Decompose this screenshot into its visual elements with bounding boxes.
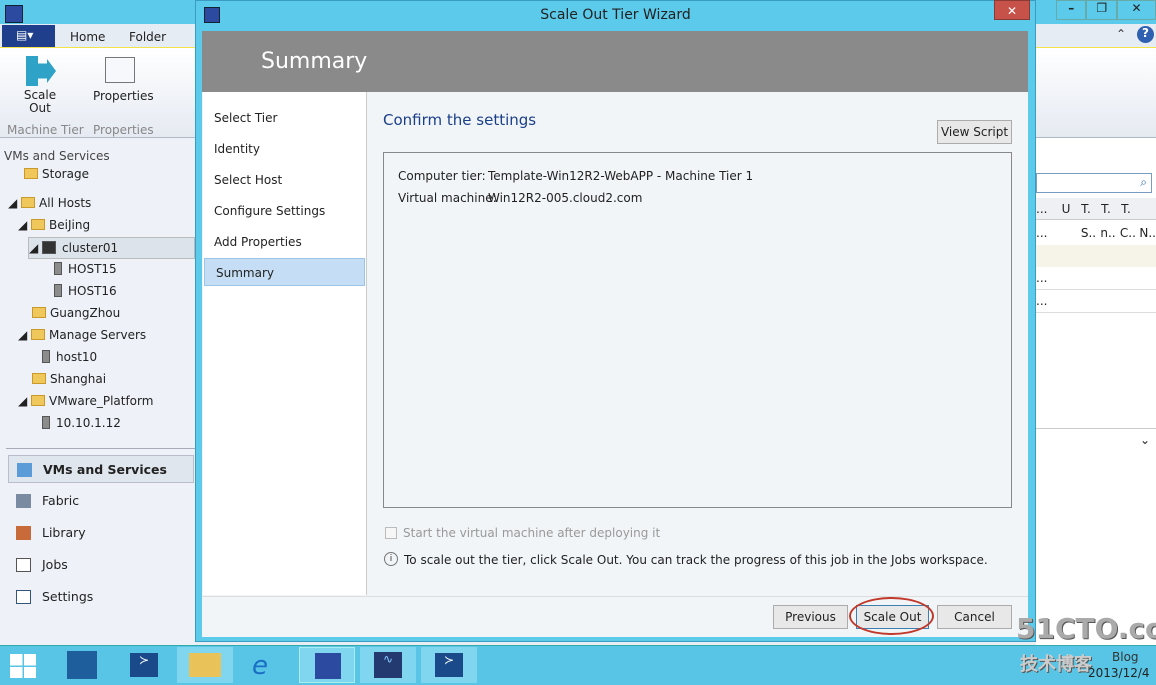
step-add-properties[interactable]: Add Properties xyxy=(203,228,364,256)
workspace-library[interactable]: Library xyxy=(8,519,194,547)
virtual-machine-label: Virtual machine: xyxy=(398,191,497,205)
collapse-ribbon-icon[interactable]: ⌃ xyxy=(1116,27,1126,41)
start-vm-label: Start the virtual machine after deployin… xyxy=(403,526,661,540)
wizard-steps: Select Tier Identity Select Host Configu… xyxy=(203,92,367,595)
taskbar-explorer[interactable] xyxy=(177,647,233,683)
previous-button[interactable]: Previous xyxy=(773,605,848,629)
tree-guangzhou[interactable]: GuangZhou xyxy=(32,306,120,320)
workspace-settings[interactable]: Settings xyxy=(8,583,194,611)
info-icon: i xyxy=(384,552,398,566)
taskbar-powershell[interactable]: ≻ xyxy=(116,647,172,683)
help-icon[interactable]: ? xyxy=(1137,26,1154,43)
group-machine-tier: Machine Tier xyxy=(7,123,84,137)
app-icon xyxy=(5,5,23,23)
workspace-vms-and-services[interactable]: VMs and Services xyxy=(8,455,194,483)
tree-host10[interactable]: host10 xyxy=(42,350,97,364)
tree-beijing[interactable]: ◢ BeiJing xyxy=(18,218,90,232)
scale-out-button[interactable]: Scale Out xyxy=(20,89,60,115)
cancel-button[interactable]: Cancel xyxy=(937,605,1012,629)
workspace-jobs[interactable]: Jobs xyxy=(8,551,194,579)
tree-10-10-1-12[interactable]: 10.10.1.12 xyxy=(42,416,121,430)
workspace-fabric[interactable]: Fabric xyxy=(8,487,194,515)
window-controls: – ❐ ✕ xyxy=(1056,0,1156,20)
col-header[interactable]: T. xyxy=(1096,198,1116,219)
col-header[interactable]: U xyxy=(1056,198,1076,219)
table-row[interactable]: ... xyxy=(1036,291,1156,313)
taskbar-server-manager[interactable] xyxy=(55,647,111,683)
group-properties: Properties xyxy=(93,123,154,137)
step-summary[interactable]: Summary xyxy=(204,258,365,286)
file-menu-button[interactable]: ▤▾ xyxy=(2,25,55,47)
highlight-circle xyxy=(849,597,934,635)
tree-storage[interactable]: Storage xyxy=(24,167,89,181)
close-button[interactable]: ✕ xyxy=(1116,0,1156,20)
watermark-logo: 51CTO.com xyxy=(1016,612,1156,645)
tree-host15[interactable]: HOST15 xyxy=(54,262,117,276)
col-header[interactable]: ... xyxy=(1036,198,1056,219)
col-header[interactable]: T. xyxy=(1116,198,1136,219)
wizard-title: Scale Out Tier Wizard xyxy=(540,7,691,23)
step-select-host[interactable]: Select Host xyxy=(203,166,364,194)
tree-host16[interactable]: HOST16 xyxy=(54,284,117,298)
taskbar-powershell-2[interactable]: ≻ xyxy=(421,647,477,683)
start-vm-checkbox[interactable] xyxy=(385,527,397,539)
watermark-text: 技术博客 xyxy=(1020,654,1092,675)
watermark-blog: Blog xyxy=(1112,650,1139,664)
computer-tier-value: Template-Win12R2-WebAPP - Machine Tier 1 xyxy=(488,169,754,183)
table-row[interactable]: ... xyxy=(1036,268,1156,290)
tab-folder[interactable]: Folder xyxy=(129,30,166,44)
properties-icon[interactable] xyxy=(105,57,135,83)
view-script-button[interactable]: View Script xyxy=(937,120,1012,144)
tree-cluster01[interactable]: ◢ cluster01 xyxy=(28,237,195,259)
tree-shanghai[interactable]: Shanghai xyxy=(32,372,106,386)
properties-button[interactable]: Properties xyxy=(93,89,154,103)
wizard-close-button[interactable]: ✕ xyxy=(994,0,1030,20)
chevron-down-icon[interactable]: ⌄ xyxy=(1140,433,1150,447)
info-text: To scale out the tier, click Scale Out. … xyxy=(404,553,988,567)
search-icon: ⌕ xyxy=(1140,175,1147,189)
clock-date[interactable]: 2013/12/4 xyxy=(1088,666,1150,680)
col-header[interactable]: T. xyxy=(1076,198,1096,219)
minimize-button[interactable]: – xyxy=(1056,0,1087,20)
virtual-machine-value: Win12R2-005.cloud2.com xyxy=(488,191,643,205)
page-title: Summary xyxy=(261,49,368,74)
taskbar-vmm-console[interactable] xyxy=(299,647,355,683)
restore-button[interactable]: ❐ xyxy=(1086,0,1117,20)
step-configure-settings[interactable]: Configure Settings xyxy=(203,197,364,225)
grid-header: ... U T. T. T. xyxy=(1036,198,1156,220)
table-row[interactable] xyxy=(1036,245,1156,267)
table-row[interactable]: ... S.. n.. C.. N.. xyxy=(1036,222,1156,244)
step-select-tier[interactable]: Select Tier xyxy=(203,104,364,132)
step-identity[interactable]: Identity xyxy=(203,135,364,163)
details-pane: ⌄ xyxy=(1036,428,1156,454)
taskbar-performance[interactable]: ∿ xyxy=(360,647,416,683)
taskbar xyxy=(0,645,1156,685)
start-button[interactable] xyxy=(10,654,36,678)
nav-title: VMs and Services xyxy=(4,149,110,163)
tree-vmware-platform[interactable]: ◢ VMware_Platform xyxy=(18,394,153,408)
tab-home[interactable]: Home xyxy=(70,30,105,44)
computer-tier-label: Computer tier: xyxy=(398,169,486,183)
tree-all-hosts[interactable]: ◢ All Hosts xyxy=(8,196,91,210)
tree-manage-servers[interactable]: ◢ Manage Servers xyxy=(18,328,146,342)
search-input[interactable]: ⌕ xyxy=(1036,173,1152,193)
divider xyxy=(202,596,1028,597)
taskbar-internet-explorer[interactable]: e xyxy=(238,647,294,683)
section-heading: Confirm the settings xyxy=(383,111,537,129)
divider xyxy=(6,448,195,449)
settings-summary-box: Computer tier: Template-Win12R2-WebAPP -… xyxy=(383,152,1012,508)
